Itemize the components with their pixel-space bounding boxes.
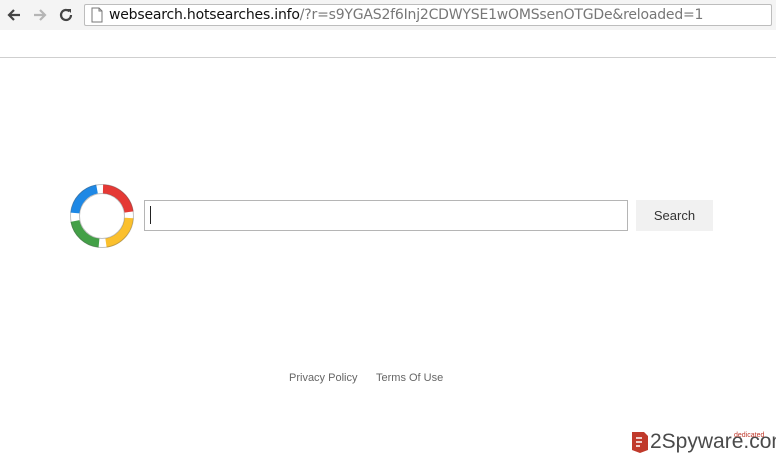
back-arrow-icon[interactable] <box>4 4 24 26</box>
terms-of-use-link[interactable]: Terms Of Use <box>376 372 443 384</box>
privacy-policy-link[interactable]: Privacy Policy <box>289 372 357 384</box>
watermark-logo-icon <box>632 432 648 453</box>
url-text: websearch.hotsearches.info/?r=s9YGAS2f6I… <box>109 7 703 23</box>
watermark: 2Spyware.com dedicated <box>630 428 776 458</box>
url-host: websearch.hotsearches.info <box>109 7 300 23</box>
search-button[interactable]: Search <box>636 200 713 231</box>
watermark-tag: dedicated <box>734 432 765 439</box>
url-path: /?r=s9YGAS2f6Inj2CDWYSE1wOMSsenOTGDe&rel… <box>299 7 704 23</box>
page-icon <box>91 7 103 23</box>
search-logo-icon <box>70 184 134 248</box>
forward-arrow-icon[interactable] <box>30 4 50 26</box>
address-bar[interactable]: websearch.hotsearches.info/?r=s9YGAS2f6I… <box>84 4 772 26</box>
browser-toolbar: websearch.hotsearches.info/?r=s9YGAS2f6I… <box>0 0 776 30</box>
search-input[interactable] <box>144 200 628 231</box>
text-caret <box>150 206 151 224</box>
bookmarks-bar <box>0 30 776 58</box>
reload-icon[interactable] <box>56 4 76 26</box>
